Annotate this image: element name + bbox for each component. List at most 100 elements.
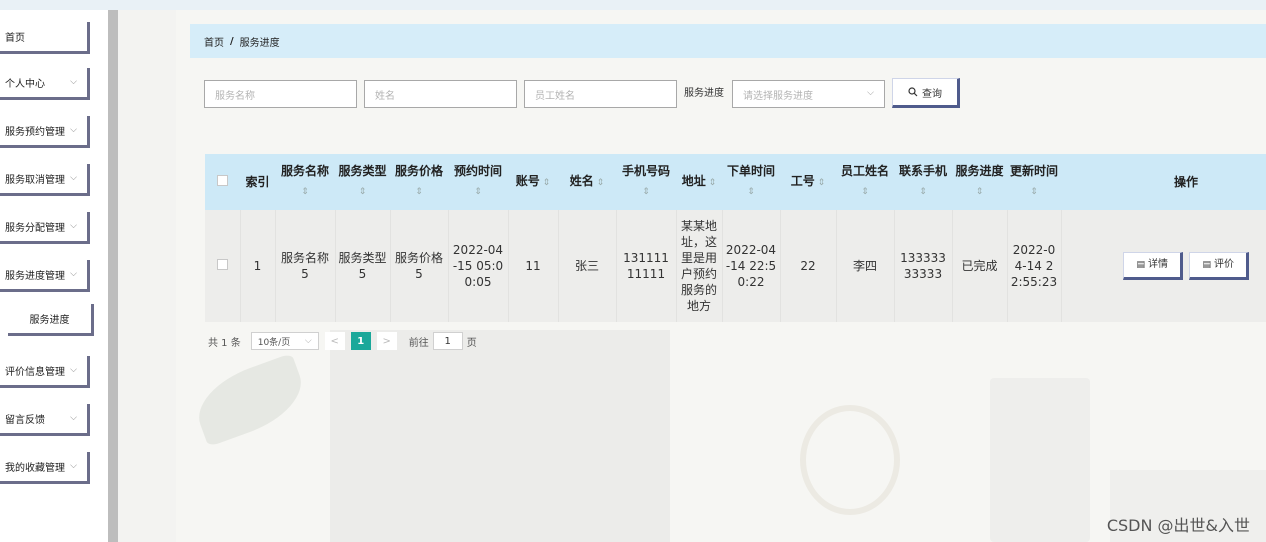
service-name-input[interactable]: 服务名称	[204, 80, 357, 108]
employee-name-input[interactable]: 员工姓名	[524, 80, 677, 108]
column-header-label: 手机号码	[621, 164, 670, 178]
progress-label: 服务进度	[684, 88, 724, 99]
sort-icon[interactable]: ⇕	[706, 178, 717, 188]
table-cell: 服务价格5	[389, 210, 448, 322]
chevron-left-icon: <	[330, 335, 339, 347]
sort-icon[interactable]: ⇕	[919, 187, 927, 197]
rate-button[interactable]: ▤ 评价	[1189, 252, 1250, 280]
name-input[interactable]: 姓名	[364, 80, 517, 108]
column-header-label: 操作	[1173, 174, 1198, 189]
sidebar-item-label: 首页	[5, 33, 25, 44]
sidebar-item[interactable]: 个人中心 ⌵	[0, 68, 90, 100]
column-header[interactable]: 更新时间 ⇕	[1007, 154, 1061, 210]
column-header[interactable]: 预约时间 ⇕	[448, 154, 508, 210]
rate-icon: ▤	[1202, 260, 1211, 270]
sort-icon[interactable]: ⇕	[415, 187, 423, 197]
sort-icon[interactable]: ⇕	[301, 187, 309, 197]
select-all-checkbox[interactable]	[217, 174, 228, 186]
column-header[interactable]: 服务价格 ⇕	[390, 154, 448, 210]
column-header-label: 更新时间	[1010, 164, 1059, 178]
column-header-label: 下单时间	[726, 164, 775, 178]
chevron-down-icon: ⌵	[304, 336, 312, 346]
watermark: CSDN @出世&入世	[1106, 516, 1250, 535]
sidebar-divider	[108, 10, 118, 542]
sort-icon[interactable]: ⇕	[747, 187, 755, 197]
sort-icon[interactable]: ⇕	[861, 187, 869, 197]
table-cell: 服务类型5	[334, 210, 390, 322]
column-header: 操作	[1061, 154, 1266, 210]
column-header[interactable]: 账号 ⇕	[508, 154, 558, 210]
progress-select[interactable]: 请选择服务进度 ⌵	[732, 80, 885, 108]
prev-page-button[interactable]: <	[324, 332, 345, 350]
sort-icon[interactable]: ⇕	[976, 187, 984, 197]
chevron-down-icon: ⌵	[70, 125, 77, 135]
sidebar-item[interactable]: 留言反馈 ⌵	[0, 404, 90, 436]
sidebar-item[interactable]: 服务取消管理 ⌵	[0, 164, 90, 196]
table-cell: 2022-04-14 22:50:22	[721, 210, 780, 322]
column-header[interactable]: 服务进度 ⇕	[952, 154, 1007, 210]
page-suffix: 页	[466, 337, 477, 349]
sidebar-item[interactable]: 评价信息管理 ⌵	[0, 356, 90, 388]
column-header[interactable]: 员工姓名 ⇕	[836, 154, 894, 210]
table-row: 1 服务名称5 服务类型5 服务价格5 2022-04-15 05:00:05 11 张三 1…	[205, 210, 1266, 322]
sort-icon[interactable]: ⇕	[474, 187, 482, 197]
column-header-label: 员工姓名	[840, 164, 889, 178]
table-cell: 2022-04-14 22:55:23	[1006, 210, 1061, 322]
column-header-label: 服务类型	[338, 164, 387, 178]
actions-cell: ▤ 详情 ▤ 评价	[1060, 210, 1266, 322]
sort-icon[interactable]: ⇕	[540, 178, 551, 188]
sidebar-item[interactable]: 服务进度	[8, 304, 94, 336]
query-button[interactable]: 查询	[892, 78, 960, 108]
employee-name-placeholder: 员工姓名	[535, 90, 575, 102]
service-name-placeholder: 服务名称	[215, 90, 255, 102]
sort-icon[interactable]: ⇕	[1030, 187, 1038, 197]
action-label: 详情	[1148, 259, 1168, 270]
column-header[interactable]: 地址 ⇕	[676, 154, 722, 210]
column-header[interactable]: 服务名称 ⇕	[275, 154, 335, 210]
column-header-label: 地址	[681, 173, 706, 188]
table-cell: 李四	[835, 210, 894, 322]
column-header[interactable]: 下单时间 ⇕	[722, 154, 780, 210]
next-page-button[interactable]: >	[376, 332, 397, 350]
sidebar-item[interactable]: 服务进度管理 ⌵	[0, 260, 90, 292]
sidebar-item-label: 服务进度管理	[5, 271, 65, 282]
table-cell: 11	[507, 210, 558, 322]
detail-icon: ▤	[1136, 260, 1145, 270]
chevron-down-icon: ⌵	[70, 173, 77, 183]
chevron-down-icon: ⌵	[70, 461, 77, 471]
table-cell: 1	[239, 210, 275, 322]
table-header-row: 索引 服务名称 ⇕ 服务类型 ⇕ 服务价格 ⇕ 预约时间 ⇕ 账号 ⇕ 姓名 ⇕ 手机号码 ⇕…	[205, 154, 1266, 210]
sort-icon[interactable]: ⇕	[594, 178, 605, 188]
goto-label: 前往	[408, 337, 429, 349]
row-select-cell	[205, 210, 240, 322]
sidebar-item-label: 服务分配管理	[5, 223, 65, 234]
table-cell: 已完成	[951, 210, 1007, 322]
column-header[interactable]: 服务类型 ⇕	[335, 154, 390, 210]
sidebar-item[interactable]: 我的收藏管理 ⌵	[0, 452, 90, 484]
sort-icon[interactable]: ⇕	[642, 187, 650, 197]
sort-icon[interactable]: ⇕	[815, 178, 826, 188]
chevron-down-icon: ⌵	[70, 221, 77, 231]
column-header[interactable]: 手机号码 ⇕	[616, 154, 676, 210]
sidebar-item[interactable]: 首页	[0, 22, 90, 54]
goto-page-input[interactable]: 1	[432, 332, 463, 350]
column-header[interactable]: 工号 ⇕	[780, 154, 836, 210]
breadcrumb-separator: /	[230, 35, 234, 47]
page-number-current[interactable]: 1	[350, 332, 371, 350]
page-size-value: 10条/页	[257, 337, 291, 348]
column-header[interactable]: 联系手机 ⇕	[894, 154, 952, 210]
chevron-down-icon: ⌵	[70, 365, 77, 375]
sidebar-item[interactable]: 服务预约管理 ⌵	[0, 116, 90, 148]
column-header[interactable]: 姓名 ⇕	[558, 154, 616, 210]
page-size-select[interactable]: 10条/页 ⌵	[250, 332, 319, 350]
column-header-label: 服务名称	[280, 164, 329, 178]
sidebar-item-label: 我的收藏管理	[5, 463, 65, 474]
sort-icon[interactable]: ⇕	[359, 187, 367, 197]
breadcrumb-current: 服务进度	[239, 37, 280, 49]
breadcrumb-home[interactable]: 首页	[204, 34, 224, 49]
progress-placeholder: 请选择服务进度	[743, 90, 813, 102]
table-cell: 某某地址，这里是用户预约服务的地方	[675, 210, 722, 322]
detail-button[interactable]: ▤ 详情	[1123, 252, 1184, 280]
sidebar-item[interactable]: 服务分配管理 ⌵	[0, 212, 90, 244]
row-checkbox[interactable]	[216, 259, 228, 270]
